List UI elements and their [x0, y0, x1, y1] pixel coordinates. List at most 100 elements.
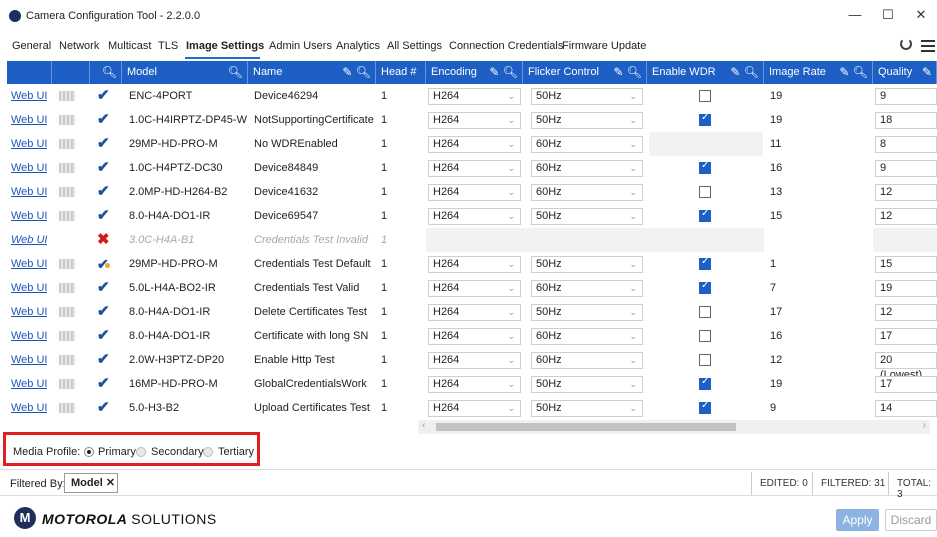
- minimize-button[interactable]: —: [847, 7, 863, 23]
- flicker-select[interactable]: 60Hz ⌄: [531, 328, 643, 345]
- scroll-right-icon[interactable]: ›: [923, 420, 926, 431]
- wdr-checkbox[interactable]: [699, 400, 711, 414]
- tab-network[interactable]: Network: [59, 40, 99, 52]
- table-row[interactable]: Web UI ✔ 29MP-HD-PRO-M Credentials Test Def…: [7, 252, 937, 276]
- radio-tertiary-label[interactable]: Tertiary: [218, 446, 254, 458]
- header-head[interactable]: Head #: [376, 61, 426, 84]
- flicker-select[interactable]: 60Hz ⌄: [531, 280, 643, 297]
- quality-field[interactable]: 9: [875, 88, 937, 105]
- web-ui-link[interactable]: Web UI: [11, 396, 47, 420]
- radio-primary-label[interactable]: Primary: [98, 446, 136, 458]
- scrollbar-thumb[interactable]: [436, 423, 736, 431]
- web-ui-link[interactable]: Web UI: [11, 252, 47, 276]
- web-ui-link[interactable]: Web UI: [11, 348, 47, 372]
- table-row[interactable]: Web UI ✔ 1.0C-H4IRPTZ-DP45-WP NotSupporting…: [7, 108, 937, 132]
- rate-cell[interactable]: 19: [770, 372, 782, 396]
- name-cell[interactable]: Credentials Test Default: [254, 252, 374, 276]
- apply-button[interactable]: Apply: [836, 509, 879, 531]
- web-ui-link[interactable]: Web UI: [11, 156, 47, 180]
- flicker-select[interactable]: 60Hz ⌄: [531, 352, 643, 369]
- rate-cell[interactable]: 13: [770, 180, 782, 204]
- quality-field[interactable]: 12: [875, 208, 937, 225]
- table-row[interactable]: Web UI ✔ ENC-4PORT Device46294 1 H264 ⌄ 50Hz ⌄ 19…: [7, 84, 937, 108]
- name-cell[interactable]: No WDREnabled: [254, 132, 374, 156]
- flicker-select[interactable]: 60Hz ⌄: [531, 136, 643, 153]
- flicker-select[interactable]: 50Hz ⌄: [531, 112, 643, 129]
- flicker-select[interactable]: 50Hz ⌄: [531, 208, 643, 225]
- quality-field[interactable]: 14: [875, 400, 937, 417]
- table-row[interactable]: Web UI ✖ 3.0C-H4A-B1 Credentials Test Inval…: [7, 228, 937, 252]
- tab-general[interactable]: General: [12, 40, 51, 52]
- rate-cell[interactable]: 19: [770, 108, 782, 132]
- web-ui-link[interactable]: Web UI: [11, 180, 47, 204]
- encoding-select[interactable]: H264 ⌄: [428, 136, 521, 153]
- encoding-select[interactable]: H264 ⌄: [428, 184, 521, 201]
- edit-search-icons[interactable]: ✎ 🔍︎: [613, 61, 642, 84]
- table-row[interactable]: Web UI ✔ 8.0-H4A-DO1-IR Certificate with lo…: [7, 324, 937, 348]
- rate-cell[interactable]: 11: [770, 132, 781, 156]
- edit-search-icons[interactable]: ✎ 🔍︎: [489, 61, 518, 84]
- name-cell[interactable]: Credentials Test Invalid: [254, 228, 374, 252]
- rate-cell[interactable]: 16: [770, 324, 782, 348]
- tab-tls[interactable]: TLS: [158, 40, 178, 52]
- encoding-select[interactable]: H264 ⌄: [428, 352, 521, 369]
- table-row[interactable]: Web UI ✔ 8.0-H4A-DO1-IR Delete Certificates…: [7, 300, 937, 324]
- flicker-select[interactable]: 60Hz ⌄: [531, 184, 643, 201]
- edit-icon[interactable]: ✎: [922, 61, 932, 84]
- web-ui-link[interactable]: Web UI: [11, 228, 47, 252]
- table-row[interactable]: Web UI ✔ 5.0-H3-B2 Upload Certificates Test…: [7, 396, 937, 420]
- rate-cell[interactable]: 19: [770, 84, 782, 108]
- edit-search-icons[interactable]: ✎ 🔍︎: [730, 61, 759, 84]
- web-ui-link[interactable]: Web UI: [11, 372, 47, 396]
- name-cell[interactable]: Delete Certificates Test: [254, 300, 374, 324]
- quality-field[interactable]: 19: [875, 280, 937, 297]
- flicker-select[interactable]: 50Hz ⌄: [531, 256, 643, 273]
- encoding-select[interactable]: H264 ⌄: [428, 160, 521, 177]
- encoding-select[interactable]: H264 ⌄: [428, 88, 521, 105]
- header-quality[interactable]: Quality ✎: [873, 61, 937, 84]
- flicker-select[interactable]: 50Hz ⌄: [531, 376, 643, 393]
- table-row[interactable]: Web UI ✔ 2.0MP-HD-H264-B2 Device41632 1 H264 ⌄…: [7, 180, 937, 204]
- name-cell[interactable]: Device41632: [254, 180, 374, 204]
- header-wdr[interactable]: Enable WDR ✎ 🔍︎: [647, 61, 764, 84]
- encoding-select[interactable]: H264 ⌄: [428, 208, 521, 225]
- horizontal-scrollbar[interactable]: ‹ ›: [418, 420, 930, 434]
- web-ui-link[interactable]: Web UI: [11, 276, 47, 300]
- wdr-checkbox[interactable]: [699, 186, 711, 198]
- web-ui-link[interactable]: Web UI: [11, 84, 47, 108]
- search-icon[interactable]: 🔍︎: [102, 61, 117, 84]
- wdr-checkbox[interactable]: [699, 90, 711, 102]
- quality-field[interactable]: 20 (Lowest): [875, 352, 937, 381]
- encoding-select[interactable]: H264 ⌄: [428, 328, 521, 345]
- table-row[interactable]: Web UI ✔ 1.0C-H4PTZ-DC30 Device84849 1 H264 ⌄ 6…: [7, 156, 937, 180]
- wdr-checkbox[interactable]: [699, 330, 711, 342]
- name-cell[interactable]: Credentials Test Valid: [254, 276, 374, 300]
- name-cell[interactable]: Enable Http Test: [254, 348, 374, 372]
- flicker-select[interactable]: 50Hz ⌄: [531, 400, 643, 417]
- rate-cell[interactable]: 1: [770, 252, 776, 276]
- table-row[interactable]: Web UI ✔ 5.0L-H4A-BO2-IR Credentials Test V…: [7, 276, 937, 300]
- tab-firmware-update[interactable]: Firmware Update: [562, 40, 646, 52]
- encoding-select[interactable]: H264 ⌄: [428, 376, 521, 393]
- tab-connection-credentials[interactable]: Connection Credentials: [449, 40, 563, 52]
- name-cell[interactable]: GlobalCredentialsWork: [254, 372, 374, 396]
- quality-field[interactable]: 8: [875, 136, 937, 153]
- rate-cell[interactable]: 16: [770, 156, 782, 180]
- quality-field[interactable]: 17: [875, 328, 937, 345]
- radio-primary[interactable]: [84, 447, 94, 457]
- table-row[interactable]: Web UI ✔ 8.0-H4A-DO1-IR Device69547 1 H264 ⌄ 50…: [7, 204, 937, 228]
- close-button[interactable]: ✕: [913, 7, 929, 23]
- maximize-button[interactable]: ☐: [880, 7, 896, 23]
- web-ui-link[interactable]: Web UI: [11, 132, 47, 156]
- rate-cell[interactable]: 15: [770, 204, 782, 228]
- tab-multicast[interactable]: Multicast: [108, 40, 151, 52]
- flicker-select[interactable]: 60Hz ⌄: [531, 160, 643, 177]
- quality-field[interactable]: 9: [875, 160, 937, 177]
- scroll-left-icon[interactable]: ‹: [422, 420, 425, 431]
- radio-tertiary[interactable]: [203, 447, 213, 457]
- encoding-select[interactable]: H264 ⌄: [428, 304, 521, 321]
- wdr-checkbox[interactable]: [699, 208, 711, 222]
- header-rate[interactable]: Image Rate ✎ 🔍︎: [764, 61, 873, 84]
- table-row[interactable]: Web UI ✔ 16MP-HD-PRO-M GlobalCredentialsWor…: [7, 372, 937, 396]
- quality-field[interactable]: 17: [875, 376, 937, 393]
